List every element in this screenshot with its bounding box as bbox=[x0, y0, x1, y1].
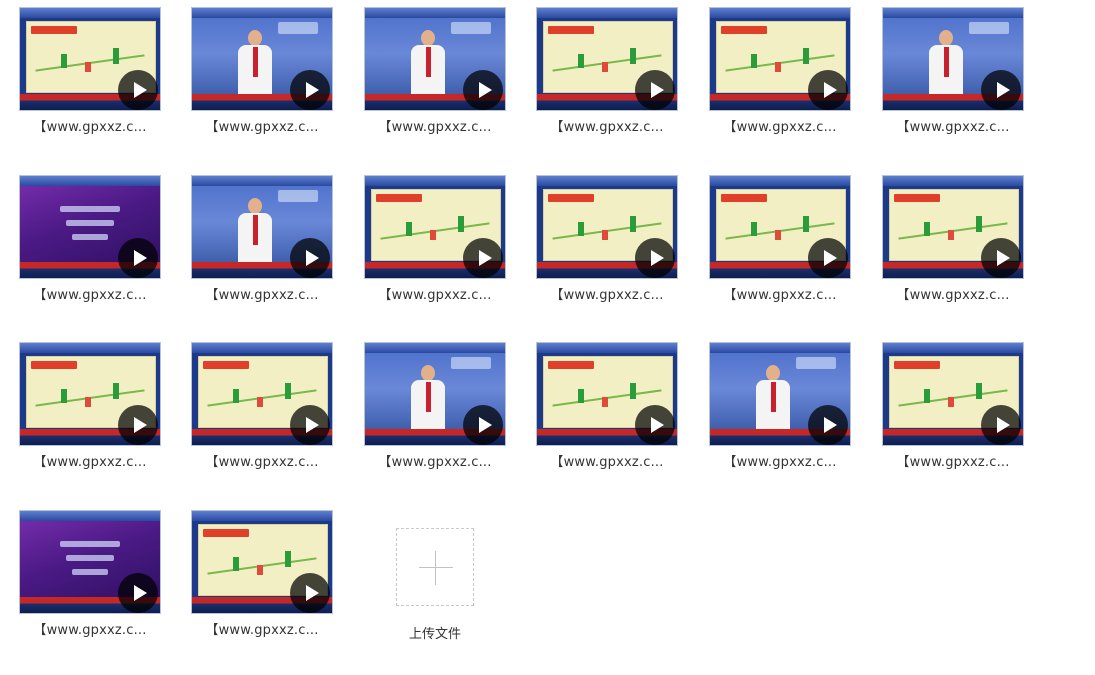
play-icon[interactable] bbox=[290, 70, 330, 110]
play-icon[interactable] bbox=[118, 573, 158, 613]
video-file-item[interactable]: 【www.gpxxz.c... bbox=[172, 335, 332, 485]
play-icon[interactable] bbox=[463, 70, 503, 110]
video-file-item[interactable]: 【www.gpxxz.c... bbox=[690, 335, 850, 485]
file-name: 【www.gpxxz.c... bbox=[723, 288, 837, 303]
file-name: 【www.gpxxz.c... bbox=[378, 288, 492, 303]
play-icon[interactable] bbox=[981, 405, 1021, 445]
file-name: 【www.gpxxz.c... bbox=[896, 455, 1010, 470]
file-name: 【www.gpxxz.c... bbox=[33, 120, 147, 135]
video-file-item[interactable]: 【www.gpxxz.c... bbox=[517, 335, 677, 485]
video-file-item[interactable]: 【www.gpxxz.c... bbox=[863, 335, 1023, 485]
video-file-item[interactable]: 【www.gpxxz.c... bbox=[690, 0, 850, 150]
video-file-item[interactable]: 【www.gpxxz.c... bbox=[863, 168, 1023, 318]
video-file-item[interactable]: 【www.gpxxz.c... bbox=[517, 168, 677, 318]
video-file-item[interactable]: 【www.gpxxz.c... bbox=[172, 503, 332, 653]
file-name: 【www.gpxxz.c... bbox=[378, 455, 492, 470]
file-name: 【www.gpxxz.c... bbox=[723, 455, 837, 470]
video-file-item[interactable]: 【www.gpxxz.c... bbox=[345, 168, 505, 318]
play-icon[interactable] bbox=[118, 405, 158, 445]
file-name: 【www.gpxxz.c... bbox=[896, 120, 1010, 135]
video-file-item[interactable]: 【www.gpxxz.c... bbox=[345, 335, 505, 485]
play-icon[interactable] bbox=[635, 238, 675, 278]
video-file-item[interactable]: 【www.gpxxz.c... bbox=[0, 503, 160, 653]
file-name: 【www.gpxxz.c... bbox=[896, 288, 1010, 303]
video-file-item[interactable]: 【www.gpxxz.c... bbox=[345, 0, 505, 150]
play-icon[interactable] bbox=[118, 70, 158, 110]
play-icon[interactable] bbox=[808, 405, 848, 445]
play-icon[interactable] bbox=[290, 405, 330, 445]
video-file-item[interactable]: 【www.gpxxz.c... bbox=[517, 0, 677, 150]
play-icon[interactable] bbox=[290, 238, 330, 278]
video-file-item[interactable]: 【www.gpxxz.c... bbox=[0, 168, 160, 318]
video-file-item[interactable]: 【www.gpxxz.c... bbox=[863, 0, 1023, 150]
video-file-item[interactable]: 【www.gpxxz.c... bbox=[172, 168, 332, 318]
file-name: 【www.gpxxz.c... bbox=[550, 120, 664, 135]
file-name: 【www.gpxxz.c... bbox=[205, 623, 319, 638]
video-file-item[interactable]: 【www.gpxxz.c... bbox=[172, 0, 332, 150]
play-icon[interactable] bbox=[290, 573, 330, 613]
file-name: 【www.gpxxz.c... bbox=[33, 623, 147, 638]
file-name: 【www.gpxxz.c... bbox=[205, 455, 319, 470]
play-icon[interactable] bbox=[635, 405, 675, 445]
file-name: 【www.gpxxz.c... bbox=[33, 288, 147, 303]
play-icon[interactable] bbox=[635, 70, 675, 110]
play-icon[interactable] bbox=[118, 238, 158, 278]
file-name: 【www.gpxxz.c... bbox=[550, 288, 664, 303]
file-name: 【www.gpxxz.c... bbox=[205, 120, 319, 135]
file-name: 【www.gpxxz.c... bbox=[378, 120, 492, 135]
upload-file-button[interactable] bbox=[396, 528, 474, 606]
play-icon[interactable] bbox=[808, 238, 848, 278]
play-icon[interactable] bbox=[463, 405, 503, 445]
play-icon[interactable] bbox=[463, 238, 503, 278]
video-file-item[interactable]: 【www.gpxxz.c... bbox=[690, 168, 850, 318]
file-name: 【www.gpxxz.c... bbox=[205, 288, 319, 303]
video-file-grid: 【www.gpxxz.c... 【www.gpxxz.c... 【www.gpxxz… bbox=[0, 0, 1095, 675]
play-icon[interactable] bbox=[981, 70, 1021, 110]
play-icon[interactable] bbox=[981, 238, 1021, 278]
file-name: 【www.gpxxz.c... bbox=[550, 455, 664, 470]
file-name: 【www.gpxxz.c... bbox=[33, 455, 147, 470]
plus-icon bbox=[419, 567, 453, 568]
video-file-item[interactable]: 【www.gpxxz.c... bbox=[0, 335, 160, 485]
upload-file-label: 上传文件 bbox=[408, 627, 461, 642]
file-name: 【www.gpxxz.c... bbox=[723, 120, 837, 135]
video-file-item[interactable]: 【www.gpxxz.c... bbox=[0, 0, 160, 150]
play-icon[interactable] bbox=[808, 70, 848, 110]
